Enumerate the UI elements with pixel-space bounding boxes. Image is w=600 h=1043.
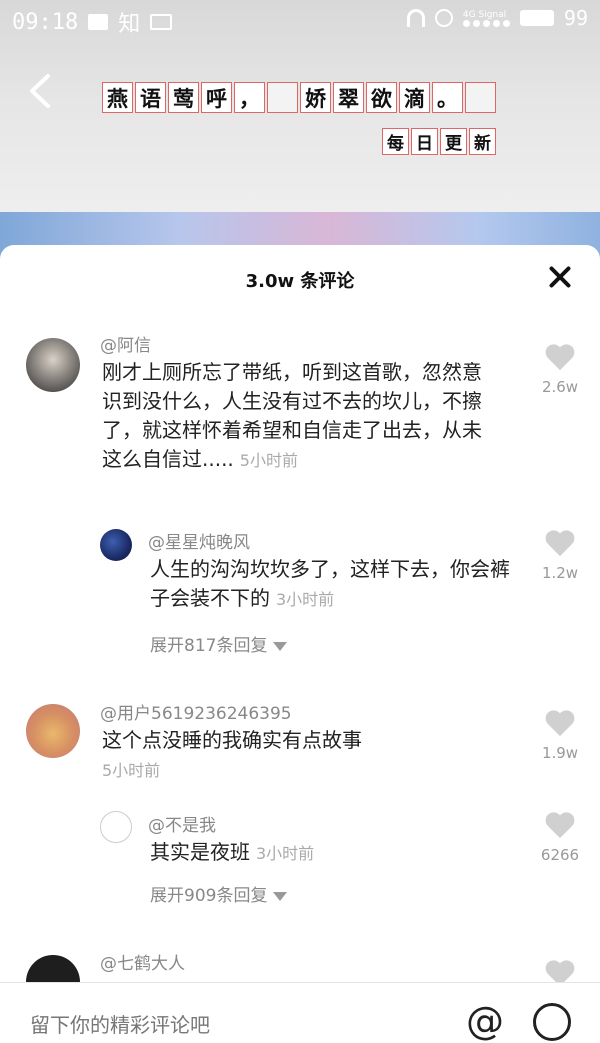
reply-body: 其实是夜班 xyxy=(150,840,250,864)
comment-body: 这个点没睡的我确实有点故事 xyxy=(102,728,362,752)
comment-text[interactable]: 这个点没睡的我确实有点故事 5小时前 xyxy=(102,726,482,785)
expand-replies-button[interactable]: 展开817条回复 xyxy=(150,631,288,656)
subtitle-char: 更 xyxy=(440,128,467,155)
comment-time: 5小时前 xyxy=(102,761,161,780)
heart-icon xyxy=(545,531,575,558)
title-char xyxy=(267,82,298,113)
like-count: 1.9w xyxy=(541,744,579,762)
expand-replies-button[interactable]: 展开909条回复 xyxy=(150,881,288,906)
heart-icon xyxy=(545,711,575,738)
title-char: 欲 xyxy=(366,82,397,113)
title-char: 语 xyxy=(135,82,166,113)
like-button[interactable]: 2.6w xyxy=(535,345,585,396)
video-subtitle: 每 日 更 新 xyxy=(382,128,498,155)
signal-icon xyxy=(462,19,510,27)
expand-replies-label: 展开817条回复 xyxy=(150,636,268,656)
signal-indicator: 4G Signal xyxy=(462,9,510,27)
avatar[interactable] xyxy=(26,338,80,392)
image-icon xyxy=(150,14,173,30)
title-char: 莺 xyxy=(168,82,199,113)
comment-username[interactable]: @用户5619236246395 xyxy=(100,699,292,724)
video-title: 燕 语 莺 呼 ， 娇 翠 欲 滴 。 xyxy=(102,82,498,113)
title-char: ， xyxy=(234,82,265,113)
title-char xyxy=(465,82,496,113)
reply-username[interactable]: @不是我 xyxy=(148,811,216,836)
avatar[interactable] xyxy=(26,704,80,758)
comments-count-title: 3.0w 条评论 xyxy=(245,271,355,292)
mention-icon[interactable]: @ xyxy=(466,1001,506,1041)
status-bar: 09:18 知 4G Signal 99 xyxy=(0,0,600,40)
reply-time: 3小时前 xyxy=(276,590,335,609)
comment-text[interactable]: 刚才上厕所忘了带纸，听到这首歌，忽然意识到没什么，人生没有过不去的坎儿，不擦了，… xyxy=(102,358,482,475)
alarm-icon xyxy=(434,9,453,27)
emoji-icon[interactable] xyxy=(533,1003,571,1041)
headset-icon xyxy=(406,9,425,27)
reply-time: 3小时前 xyxy=(256,844,315,863)
expand-replies-label: 展开909条回复 xyxy=(150,886,268,906)
signal-label: Signal xyxy=(478,9,507,20)
like-button[interactable]: 1.9w xyxy=(535,711,585,762)
title-char: 燕 xyxy=(102,82,133,113)
heart-icon xyxy=(545,813,575,840)
title-char: 娇 xyxy=(300,82,331,113)
like-count: 1.2w xyxy=(541,564,579,582)
chevron-down-icon xyxy=(273,891,288,901)
chevron-down-icon xyxy=(273,641,288,651)
like-count: 2.6w xyxy=(541,378,579,396)
avatar[interactable] xyxy=(100,529,132,561)
like-button[interactable]: 6266 xyxy=(535,813,585,864)
avatar[interactable] xyxy=(100,811,132,843)
title-char: 滴 xyxy=(399,82,430,113)
subtitle-char: 每 xyxy=(382,128,409,155)
status-time: 09:18 xyxy=(12,9,79,35)
battery-icon xyxy=(519,10,554,26)
heart-icon xyxy=(545,345,575,372)
network-type: 4G xyxy=(462,9,476,20)
title-char: 。 xyxy=(432,82,463,113)
video-background: 09:18 知 4G Signal 99 燕 语 莺 呼 ， 娇 翠 欲 滴 。… xyxy=(0,0,600,260)
battery-level: 99 xyxy=(563,6,588,30)
title-char: 翠 xyxy=(333,82,364,113)
subtitle-char: 新 xyxy=(469,128,496,155)
comment-username[interactable]: @七鹤大人 xyxy=(100,949,185,974)
mail-icon xyxy=(88,14,109,30)
reply-text[interactable]: 人生的沟沟坎坎多了，这样下去，你会裤子会装不下的 3小时前 xyxy=(150,555,510,614)
comments-sheet: 3.0w 条评论 @阿信 刚才上厕所忘了带纸，听到这首歌，忽然意识到没什么，人生… xyxy=(0,245,600,1028)
status-app-label: 知 xyxy=(118,12,141,37)
close-icon[interactable] xyxy=(548,265,572,289)
reply-username[interactable]: @星星炖晚风 xyxy=(148,528,250,553)
subtitle-char: 日 xyxy=(411,128,438,155)
like-button[interactable]: 1.2w xyxy=(535,531,585,582)
comment-input[interactable]: 留下你的精彩评论吧 xyxy=(30,1009,210,1038)
like-count: 6266 xyxy=(540,846,580,864)
comment-input-bar: 留下你的精彩评论吧 @ xyxy=(0,982,600,1041)
reply-text[interactable]: 其实是夜班 3小时前 xyxy=(150,838,510,868)
title-char: 呼 xyxy=(201,82,232,113)
chevron-left-icon xyxy=(30,74,50,108)
comment-username[interactable]: @阿信 xyxy=(100,331,151,356)
back-button[interactable] xyxy=(26,72,54,110)
comment-time: 5小时前 xyxy=(239,451,298,470)
